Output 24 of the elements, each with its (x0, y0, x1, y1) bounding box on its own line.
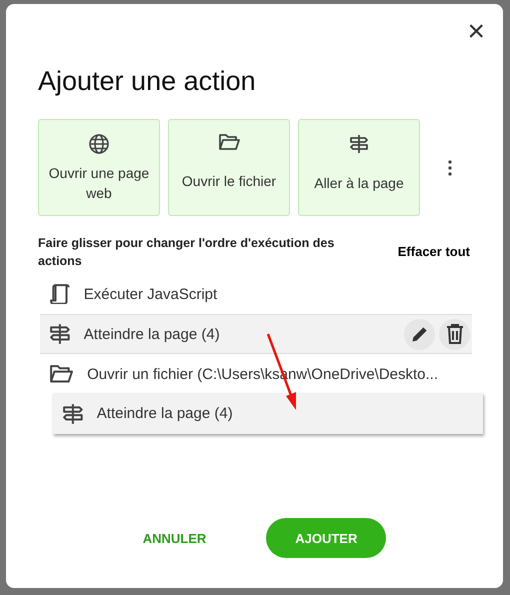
folder-icon (50, 365, 74, 383)
action-label: Atteindre la page (4) (84, 326, 220, 342)
signpost-icon (50, 323, 70, 345)
trash-icon (444, 323, 464, 345)
scroll-icon (50, 284, 70, 304)
globe-icon (89, 134, 109, 154)
cancel-button[interactable]: ANNULER (122, 520, 226, 556)
dialog-title: Ajouter une action (38, 65, 256, 98)
action-card[interactable]: Aller à la page (298, 119, 420, 216)
folder-icon (218, 134, 240, 150)
action-card[interactable]: Ouvrir une page web (38, 119, 160, 216)
action-card[interactable]: Ouvrir le fichier (168, 119, 290, 216)
action-label: Atteindre la page (4) (96, 405, 233, 422)
signpost-icon (63, 402, 83, 424)
instructions-text: Faire glisser pour changer l'ordre d'exécution des actions (38, 235, 336, 270)
close-button[interactable]: × (463, 18, 489, 46)
more-icon[interactable] (448, 160, 452, 176)
edit-button[interactable] (404, 318, 435, 350)
action-row[interactable]: Exécuter JavaScript (40, 274, 472, 314)
delete-button[interactable] (439, 318, 470, 350)
signpost-icon (350, 134, 368, 154)
action-label: Exécuter JavaScript (84, 286, 218, 302)
clear-all-link[interactable]: Effacer tout (398, 244, 470, 259)
action-row[interactable]: Atteindre la page (4) (40, 314, 472, 354)
